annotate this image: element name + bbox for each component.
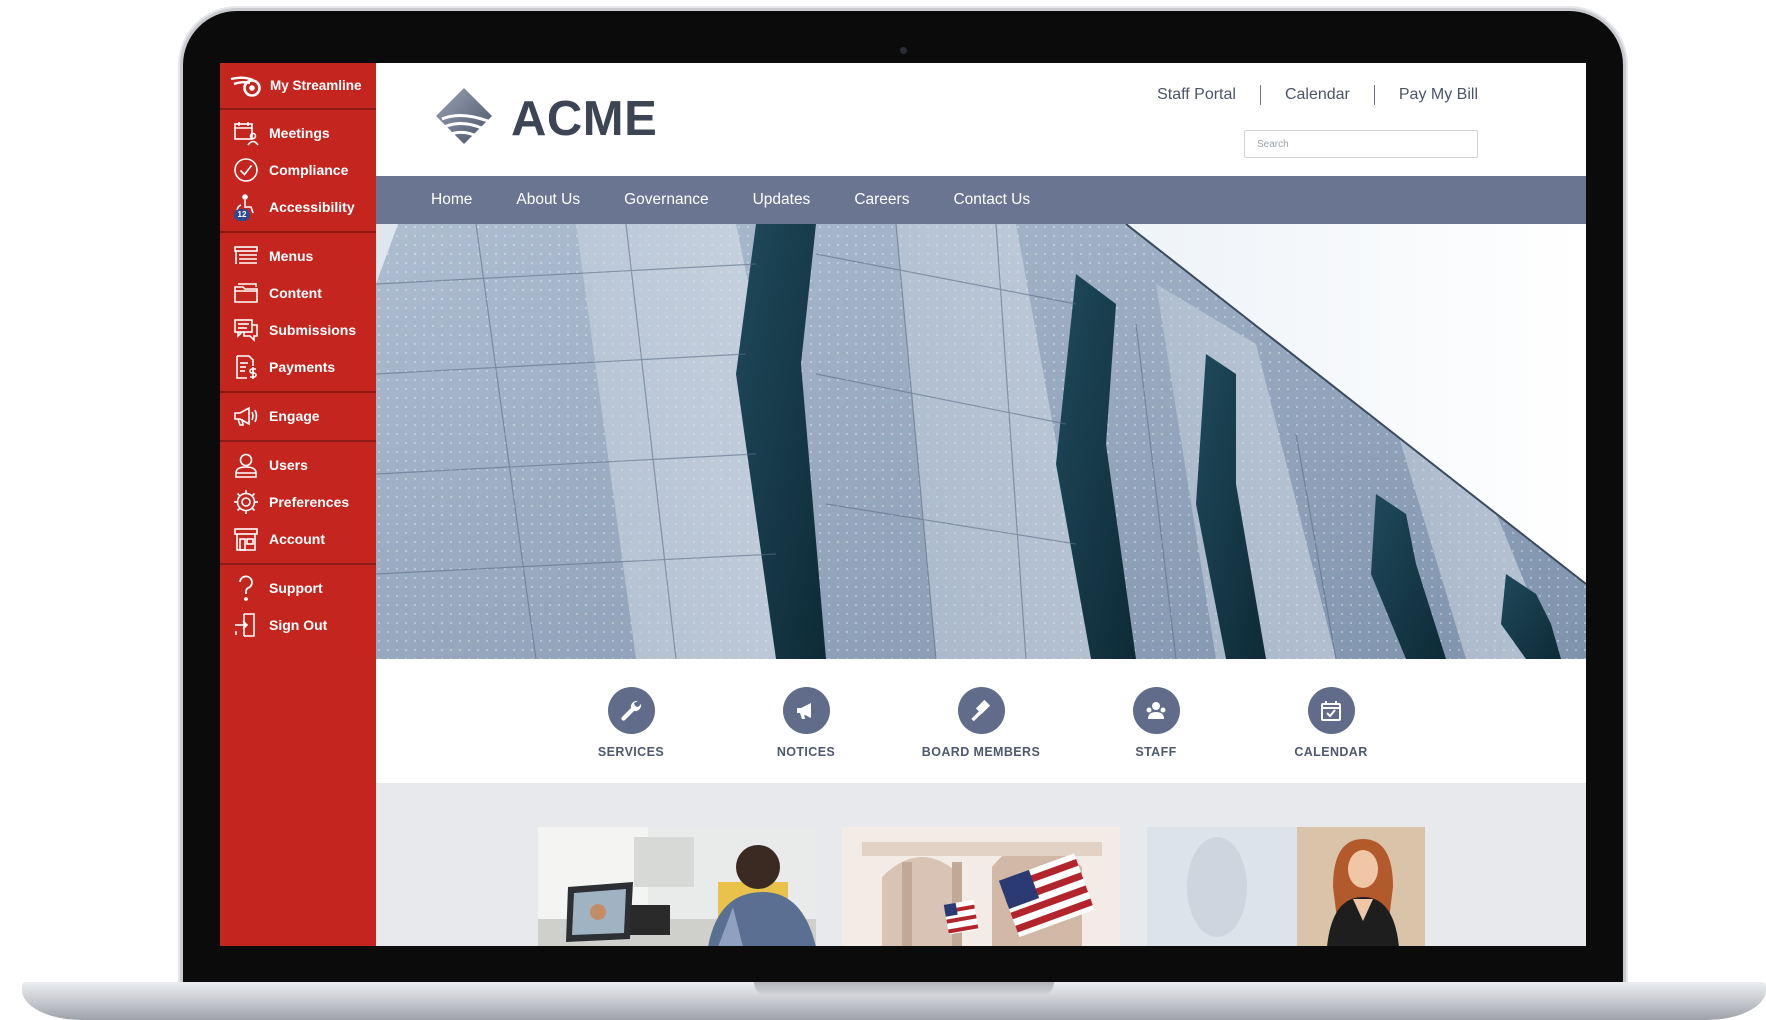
quick-link-label: STAFF (1135, 745, 1177, 759)
megaphone-icon (232, 402, 260, 430)
cms-item-label: Submissions (269, 321, 357, 338)
cms-item-label: Users (269, 456, 308, 473)
quick-link-circle (957, 687, 1005, 734)
cms-item-label: Menus (269, 247, 314, 264)
check-circle-icon (232, 156, 260, 184)
woman-presenting-photo (1147, 827, 1425, 946)
streamline-logo-icon (230, 76, 261, 97)
nav-updates[interactable]: Updates (753, 191, 811, 209)
website: ACME Staff Portal Calendar Pay My Bill H… (376, 63, 1586, 946)
cms-item-label: Payments (269, 358, 336, 375)
folder-icon (232, 279, 260, 307)
cms-item-users[interactable]: Users (220, 446, 376, 483)
cms-item-sign-out[interactable]: Sign Out (220, 606, 376, 643)
calendar-check-icon (1321, 700, 1341, 721)
pay-my-bill-link[interactable]: Pay My Bill (1375, 86, 1478, 104)
calendar-people-icon (232, 119, 260, 147)
cms-item-label: Compliance (269, 161, 349, 178)
question-icon (232, 574, 260, 602)
nav-careers[interactable]: Careers (854, 191, 909, 209)
cms-item-compliance[interactable]: Compliance (220, 151, 376, 188)
wrench-icon (621, 700, 642, 721)
quick-link-circle (782, 687, 830, 734)
cms-item-payments[interactable]: Payments (220, 348, 376, 385)
cms-item-submissions[interactable]: Submissions (220, 311, 376, 348)
cms-group-4: Users Preferences Account (220, 442, 376, 565)
brand-logo[interactable]: ACME (430, 85, 657, 153)
quick-link-notices[interactable]: NOTICES (719, 687, 894, 783)
cms-item-label: Meetings (269, 124, 330, 141)
gear-icon (232, 488, 260, 516)
cms-sidebar: My Streamline Meetings Compliance 12 Acc… (220, 63, 376, 946)
accessibility-icon: 12 (232, 193, 260, 221)
acme-logo-icon (436, 88, 492, 144)
utility-links: Staff Portal Calendar Pay My Bill (1133, 85, 1478, 105)
nav-about-us[interactable]: About Us (516, 191, 580, 209)
accessibility-badge: 12 (234, 208, 250, 221)
nav-governance[interactable]: Governance (624, 191, 708, 209)
quick-link-label: SERVICES (597, 745, 665, 759)
people-icon (1146, 701, 1166, 719)
gavel-icon (971, 699, 991, 721)
cms-group-3: Engage (220, 393, 376, 442)
cms-group-5: Support Sign Out (220, 565, 376, 649)
storefront-icon (232, 525, 260, 553)
cms-item-accessibility[interactable]: 12 Accessibility (220, 188, 376, 225)
screen: My Streamline Meetings Compliance 12 Acc… (220, 63, 1586, 946)
cms-item-label: Content (269, 284, 322, 301)
cms-item-label: Preferences (269, 493, 350, 510)
featured-cards (376, 783, 1586, 946)
quick-link-label: NOTICES (776, 745, 836, 759)
quick-link-label: CALENDAR (1294, 745, 1368, 759)
quick-link-calendar[interactable]: CALENDAR (1244, 687, 1419, 783)
quick-links: SERVICES NOTICES BOARD MEMBERS STAFF CAL… (376, 659, 1586, 783)
man-laptop-photo (538, 827, 816, 946)
card-government-building[interactable] (842, 827, 1120, 946)
cms-item-content[interactable]: Content (220, 274, 376, 311)
laptop-notch (754, 982, 1054, 996)
site-header: ACME Staff Portal Calendar Pay My Bill (376, 63, 1586, 176)
cms-item-label: Accessibility (269, 198, 355, 215)
cms-item-label: Support (269, 579, 323, 596)
card-presenter[interactable] (1147, 827, 1425, 946)
quick-link-circle (607, 687, 655, 734)
cms-item-label: Sign Out (269, 616, 328, 633)
capitol-flags-photo (842, 827, 1120, 946)
quick-link-services[interactable]: SERVICES (544, 687, 719, 783)
quick-link-board-members[interactable]: BOARD MEMBERS (894, 687, 1069, 783)
nav-contact-us[interactable]: Contact Us (953, 191, 1030, 209)
cms-item-engage[interactable]: Engage (220, 397, 376, 434)
search-input[interactable] (1244, 130, 1478, 158)
hero-image (376, 224, 1586, 659)
staff-portal-link[interactable]: Staff Portal (1133, 86, 1260, 104)
cms-item-menus[interactable]: Menus (220, 237, 376, 274)
card-remote-meeting[interactable] (538, 827, 816, 946)
quick-link-staff[interactable]: STAFF (1069, 687, 1244, 783)
cms-group-1: Meetings Compliance 12 Accessibility (220, 110, 376, 233)
cms-item-preferences[interactable]: Preferences (220, 483, 376, 520)
calendar-link[interactable]: Calendar (1261, 86, 1374, 104)
cms-group-2: Menus Content Submissions Payments (220, 233, 376, 393)
quick-link-label: BOARD MEMBERS (921, 745, 1041, 759)
menu-icon (232, 242, 260, 270)
cms-item-meetings[interactable]: Meetings (220, 114, 376, 151)
cms-item-support[interactable]: Support (220, 569, 376, 606)
invoice-dollar-icon (232, 353, 260, 381)
cms-item-label: Account (269, 530, 325, 547)
cms-item-account[interactable]: Account (220, 520, 376, 557)
chat-bubbles-icon (232, 316, 260, 344)
cms-title: My Streamline (270, 78, 362, 93)
cms-header[interactable]: My Streamline (220, 63, 376, 110)
nav-home[interactable]: Home (431, 191, 472, 209)
user-icon (232, 451, 260, 479)
quick-link-circle (1132, 687, 1180, 734)
brand-name: ACME (511, 92, 658, 146)
sign-out-icon (232, 611, 260, 639)
building-facade-image (376, 224, 1586, 659)
megaphone-icon (797, 702, 811, 719)
quick-link-circle (1307, 687, 1355, 734)
webcam (900, 47, 907, 54)
cms-item-label: Engage (269, 407, 320, 424)
main-nav: Home About Us Governance Updates Careers… (376, 176, 1586, 224)
